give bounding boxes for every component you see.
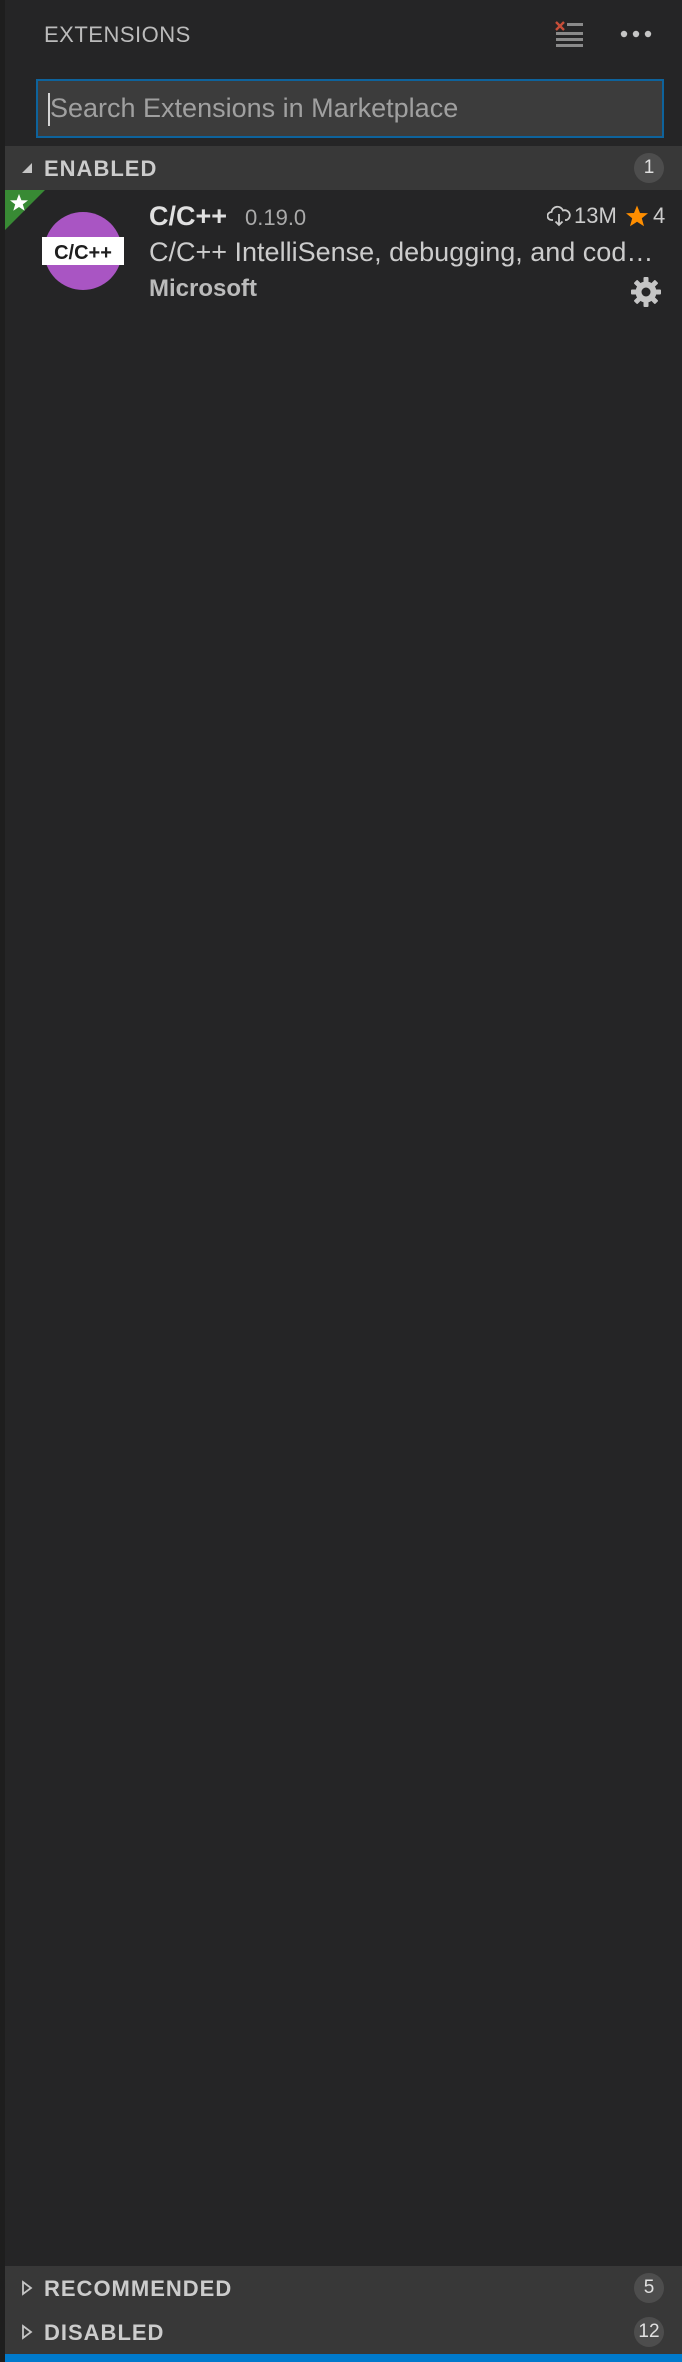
extensions-sidebar: EXTENSIONS ENABLED 1	[0, 0, 682, 2362]
status-bar-strip	[5, 2354, 682, 2362]
collapsed-triangle-icon	[22, 2280, 33, 2296]
section-label-disabled: DISABLED	[44, 2320, 165, 2345]
extension-download-count: 13M	[574, 203, 617, 228]
section-label-recommended: RECOMMENDED	[44, 2276, 233, 2301]
section-count-badge-recommended: 5	[634, 2273, 664, 2303]
extension-rating-value: 4	[653, 203, 666, 228]
extension-description: C/C++ IntelliSense, debugging, and code …	[149, 237, 663, 267]
extension-version: 0.19.0	[245, 205, 307, 230]
extension-logo-text: C/C++	[54, 242, 112, 264]
extension-list-item[interactable]: C/C++ C/C++ 0.19.0 13M 4 C/C++ IntelliSe…	[5, 190, 682, 316]
collapsed-triangle-icon	[22, 2324, 33, 2340]
sidebar-title-bar: EXTENSIONS	[5, 0, 682, 70]
extension-name: C/C++	[149, 201, 228, 231]
extension-logo-icon: C/C++	[42, 212, 124, 290]
section-count-badge-enabled: 1	[634, 153, 664, 183]
search-input[interactable]	[38, 81, 662, 136]
section-header-recommended[interactable]: RECOMMENDED 5	[5, 2266, 682, 2310]
section-header-disabled[interactable]: DISABLED 12	[5, 2310, 682, 2354]
sidebar-title: EXTENSIONS	[44, 22, 191, 47]
section-header-enabled[interactable]: ENABLED 1	[5, 146, 682, 190]
clear-extensions-icon[interactable]	[553, 18, 585, 50]
extension-publisher: Microsoft	[149, 275, 257, 302]
search-box	[36, 79, 664, 138]
star-icon	[626, 205, 648, 227]
cloud-download-icon	[547, 205, 571, 227]
expanded-triangle-icon	[22, 163, 32, 173]
extension-rating: 4	[625, 202, 665, 230]
extension-downloads: 13M	[547, 202, 617, 230]
recommended-star-corner-icon	[5, 190, 45, 230]
ellipsis-icon[interactable]	[619, 18, 653, 50]
section-count-badge-disabled: 12	[634, 2317, 664, 2347]
text-cursor	[48, 93, 50, 126]
gear-icon[interactable]	[630, 276, 662, 308]
section-label-enabled: ENABLED	[44, 156, 158, 181]
